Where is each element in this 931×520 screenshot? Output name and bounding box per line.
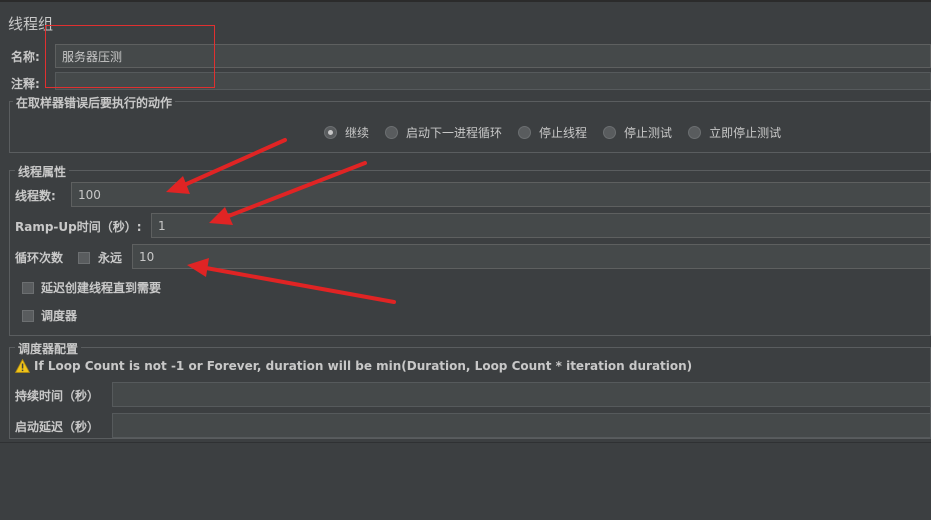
delay-checkbox[interactable] [22,281,34,294]
rampup-field[interactable]: 1 [151,213,931,238]
radio-start-next-loop[interactable]: 启动下一进程循环 [385,124,502,141]
duration-field[interactable] [112,382,931,407]
warning-text: If Loop Count is not -1 or Forever, dura… [34,359,693,373]
radio-stop-test-now-label: 立即停止测试 [709,126,782,140]
scheduler-config-legend: 调度器配置 [15,340,82,357]
delay-checkbox-row[interactable]: 延迟创建线程直到需要 [22,279,161,296]
loop-count-field[interactable]: 10 [132,244,931,269]
radio-stop-thread[interactable]: 停止线程 [518,124,587,141]
threads-field-value: 100 [78,187,101,202]
forever-checkbox[interactable] [78,251,90,264]
radio-stop-thread-indicator [518,126,532,139]
radio-start-next-loop-indicator [385,126,399,139]
rampup-field-value: 1 [158,218,166,233]
radio-stop-test[interactable]: 停止测试 [603,124,672,141]
loop-label: 循环次数 [15,251,64,265]
radio-start-next-loop-label: 启动下一进程循环 [406,126,503,140]
name-label: 名称: [11,50,40,64]
duration-label: 持续时间（秒） [15,389,100,403]
startup-delay-field[interactable] [112,413,931,438]
delay-label: 延迟创建线程直到需要 [41,281,162,295]
scheduler-checkbox[interactable] [22,309,34,322]
scheduler-checkbox-row[interactable]: 调度器 [22,307,77,324]
radio-continue-label: 继续 [345,126,370,140]
forever-label: 永远 [98,251,123,265]
radio-stop-test-label: 停止测试 [624,126,673,140]
rampup-label: Ramp-Up时间（秒）: [15,220,142,234]
radio-stop-test-now[interactable]: 立即停止测试 [688,124,781,141]
bottom-rule [0,442,931,443]
radio-stop-thread-label: 停止线程 [539,126,588,140]
top-rule [0,0,931,2]
error-action-options: 继续 启动下一进程循环 停止线程 停止测试 立即停止测试 [324,124,797,141]
radio-stop-test-now-indicator [688,126,702,139]
forever-checkbox-row[interactable]: 永远 [78,249,122,266]
radio-continue-indicator [324,126,337,139]
comment-label: 注释: [11,77,40,91]
warning-row: If Loop Count is not -1 or Forever, dura… [15,359,692,373]
scheduler-label: 调度器 [41,309,78,323]
threads-field[interactable]: 100 [71,182,931,207]
threads-label: 线程数: [15,189,56,203]
loop-count-field-value: 10 [139,249,155,264]
warning-icon [15,359,30,373]
annotation-highlight-box [45,25,215,88]
thread-props-legend: 线程属性 [15,163,70,180]
radio-continue[interactable]: 继续 [324,124,369,141]
error-action-legend: 在取样器错误后要执行的动作 [13,94,176,111]
startup-delay-label: 启动延迟（秒） [15,420,100,434]
radio-stop-test-indicator [603,126,617,139]
